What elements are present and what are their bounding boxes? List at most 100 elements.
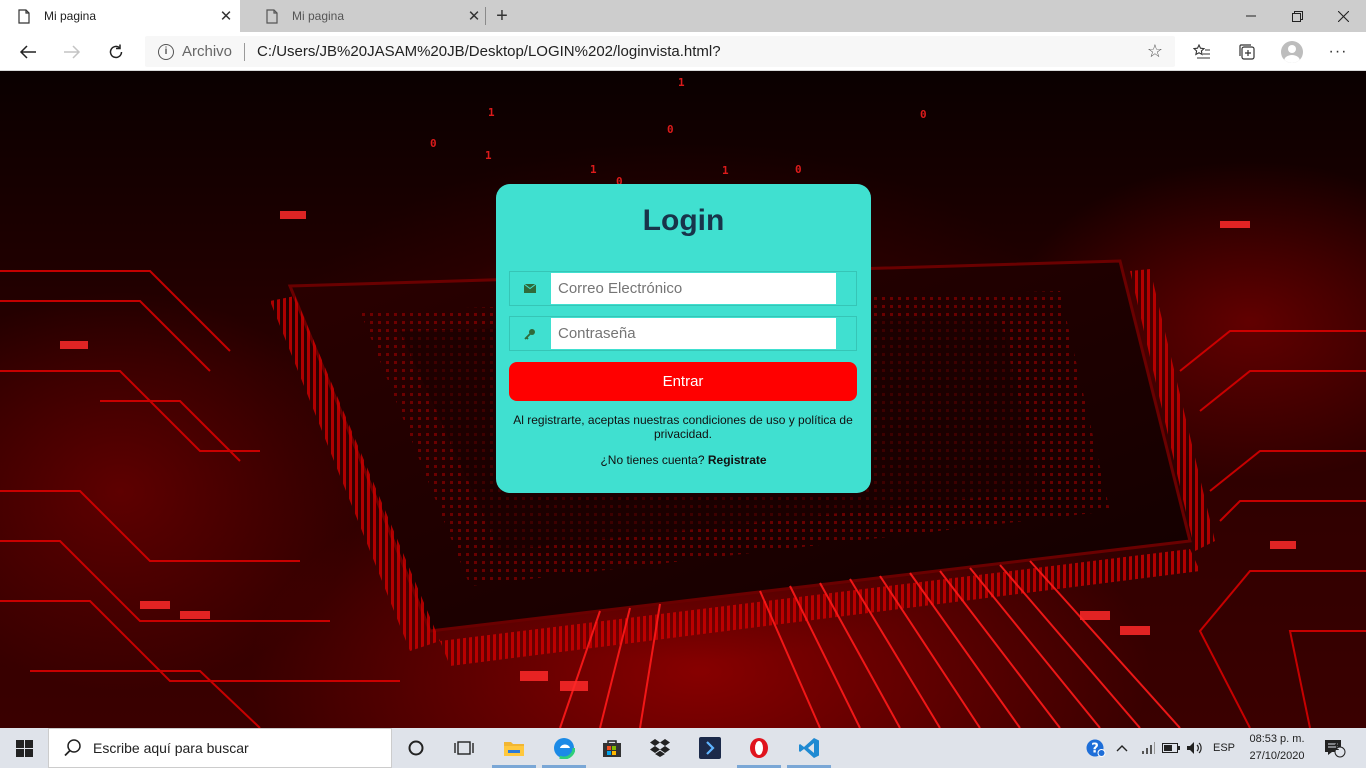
favorites-list-icon (1193, 44, 1210, 59)
email-input[interactable] (551, 273, 836, 304)
minimize-icon (1246, 15, 1256, 17)
more-options-icon: ··· (1328, 43, 1348, 60)
clock[interactable]: 08:53 p. m. 27/10/2020 (1240, 731, 1314, 765)
folder-icon (504, 742, 524, 756)
profile-button[interactable] (1276, 36, 1308, 68)
tab-inactive[interactable]: Mi pagina ✕ (248, 0, 488, 32)
site-origin-label: Archivo (182, 43, 233, 60)
login-submit-button[interactable]: Entrar (509, 362, 857, 401)
forward-button[interactable] (56, 36, 88, 68)
tab-active[interactable]: Mi pagina ✕ (0, 0, 240, 32)
refresh-icon (109, 44, 123, 59)
browser-toolbar: i Archivo C:/Users/JB%20JASAM%20JB/Deskt… (0, 32, 1366, 71)
password-input[interactable] (551, 318, 836, 349)
task-view-icon (454, 741, 474, 755)
network-button[interactable] (1138, 728, 1158, 768)
restore-icon (1291, 10, 1303, 22)
speaker-icon (1187, 742, 1202, 754)
clock-date: 27/10/2020 (1249, 750, 1305, 762)
key-icon (510, 317, 550, 350)
collections-icon (1239, 44, 1255, 60)
dropbox-icon (650, 739, 670, 757)
tab-divider (485, 7, 486, 25)
address-bar[interactable]: i Archivo C:/Users/JB%20JASAM%20JB/Deskt… (145, 36, 1175, 67)
store-button[interactable] (588, 728, 636, 768)
arrow-left-icon (19, 45, 36, 59)
battery-icon (1162, 743, 1180, 753)
new-tab-button[interactable]: + (490, 4, 514, 28)
close-tab-icon[interactable]: ✕ (217, 7, 235, 25)
svg-text:?: ? (1091, 742, 1099, 757)
restore-button[interactable] (1274, 0, 1320, 32)
wifi-icon (1142, 742, 1155, 754)
vscode-icon (799, 738, 819, 758)
language-indicator[interactable]: ESP (1210, 728, 1238, 768)
edge-button[interactable] (540, 728, 588, 768)
battery-button[interactable] (1160, 728, 1182, 768)
opera-icon (750, 738, 768, 758)
help-icon: ? (1086, 739, 1106, 757)
info-icon[interactable]: i (158, 43, 174, 60)
dropbox-button[interactable] (636, 728, 684, 768)
terminal-icon (699, 737, 721, 759)
terminal-app-button[interactable] (686, 728, 734, 768)
action-center-button[interactable]: 1 (1320, 728, 1350, 768)
search-placeholder: Escribe aquí para buscar (93, 740, 249, 756)
signup-link[interactable]: Registrate (708, 453, 767, 467)
favorite-star-icon[interactable]: ☆ (1147, 41, 1163, 62)
page-icon (18, 8, 30, 24)
settings-menu-button[interactable]: ··· (1322, 36, 1354, 68)
start-button[interactable] (0, 728, 48, 768)
tab-title: Mi pagina (292, 9, 345, 23)
close-tab-icon[interactable]: ✕ (465, 7, 483, 25)
close-window-button[interactable] (1320, 0, 1366, 32)
volume-button[interactable] (1184, 728, 1206, 768)
minimize-button[interactable] (1228, 0, 1274, 32)
terms-text: Al registrarte, aceptas nuestras condici… (513, 413, 853, 441)
close-icon (1337, 10, 1349, 22)
refresh-button[interactable] (100, 36, 132, 68)
signup-prompt-text: ¿No tienes cuenta? (600, 453, 705, 467)
signup-prompt: ¿No tienes cuenta? Registrate (496, 453, 871, 467)
help-tray-button[interactable]: ? (1084, 728, 1108, 768)
binary-digit: 1 (678, 76, 685, 89)
favorites-button[interactable] (1186, 36, 1218, 68)
url-text[interactable]: C:/Users/JB%20JASAM%20JB/Desktop/LOGIN%2… (257, 43, 721, 60)
envelope-icon (510, 272, 550, 305)
binary-digit: 1 (485, 149, 492, 162)
search-icon (64, 739, 81, 757)
login-title: Login (642, 204, 725, 237)
binary-digit: 0 (795, 163, 802, 176)
windows-logo-icon (15, 739, 33, 757)
page-icon (266, 8, 278, 24)
clock-time: 08:53 p. m. (1249, 733, 1305, 745)
chevron-up-icon (1116, 745, 1128, 752)
binary-digit: 1 (722, 164, 729, 177)
cortana-button[interactable] (392, 728, 440, 768)
binary-digit: 0 (430, 137, 437, 150)
task-view-button[interactable] (440, 728, 488, 768)
edge-browser-icon (553, 737, 575, 759)
binary-digit: 0 (667, 123, 674, 136)
binary-digit: 1 (590, 163, 597, 176)
password-field-group (509, 316, 857, 351)
store-bag-icon (603, 740, 621, 757)
file-explorer-button[interactable] (490, 728, 538, 768)
vscode-button[interactable] (785, 728, 833, 768)
back-button[interactable] (12, 36, 44, 68)
login-card: Login Entrar Al registrarte, aceptas nue… (496, 184, 871, 493)
show-hidden-icons-button[interactable] (1112, 728, 1132, 768)
address-divider (244, 42, 246, 61)
notification-count-badge: 1 (1334, 742, 1340, 752)
cortana-circle-icon (408, 740, 424, 756)
taskbar-search-box[interactable]: Escribe aquí para buscar (48, 728, 392, 768)
avatar (1281, 41, 1303, 63)
binary-digit: 1 (488, 106, 495, 119)
binary-digit: 0 (920, 108, 927, 121)
tab-bar: Mi pagina ✕ Mi pagina ✕ + (0, 0, 1366, 32)
collections-button[interactable] (1231, 36, 1263, 68)
tab-title: Mi pagina (44, 9, 97, 23)
arrow-right-icon (64, 45, 81, 59)
opera-button[interactable] (735, 728, 783, 768)
email-field-group (509, 271, 857, 306)
